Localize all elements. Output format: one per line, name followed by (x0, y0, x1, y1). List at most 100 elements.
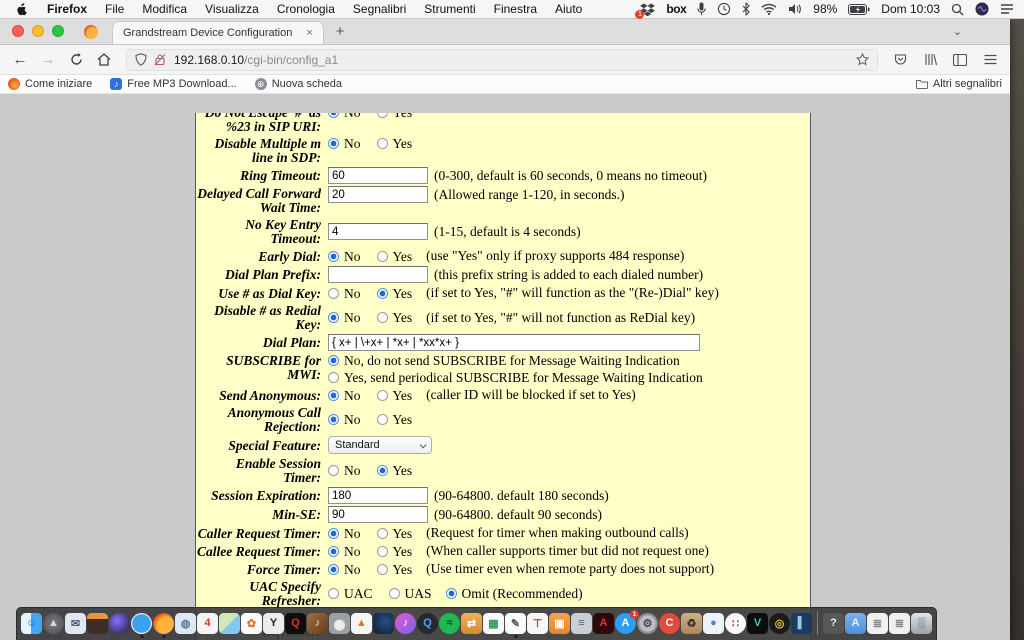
close-window-button[interactable] (12, 25, 24, 37)
new-tab-button[interactable]: + (324, 23, 357, 44)
text-input[interactable] (328, 487, 428, 504)
menu-item-aiuto[interactable]: Aiuto (546, 2, 591, 16)
dock-icon-spotify[interactable]: ≈ (439, 613, 460, 634)
url-bar[interactable]: 192.168.0.10/cgi-bin/config_a1 (126, 49, 878, 71)
minimize-window-button[interactable] (32, 25, 44, 37)
radio-button[interactable] (377, 390, 388, 401)
tab-list-chevron-icon[interactable]: ⌄ (953, 25, 962, 38)
dock-icon-photos[interactable]: ✿ (241, 613, 262, 634)
menu-item-segnalibri[interactable]: Segnalibri (344, 2, 415, 16)
dock-icon-finder[interactable]: ☺ (21, 613, 42, 634)
menu-item-modifica[interactable]: Modifica (133, 2, 196, 16)
radio-option[interactable]: Omit (Recommended) (446, 586, 583, 601)
dock-icon-notes[interactable] (87, 613, 108, 634)
reload-button[interactable] (64, 48, 88, 72)
text-input[interactable] (328, 334, 700, 351)
back-button[interactable]: ← (8, 48, 32, 72)
tracking-shield-icon[interactable] (135, 53, 147, 66)
radio-option[interactable]: No (328, 388, 361, 403)
radio-option[interactable]: UAC (328, 586, 373, 601)
dock-icon-colored-dots-app[interactable]: ∷ (725, 613, 746, 634)
dock-icon-app-store[interactable]: A1 (615, 613, 636, 634)
radio-option[interactable]: No (328, 544, 361, 559)
radio-button[interactable] (328, 113, 339, 118)
radio-option[interactable]: Yes (377, 526, 413, 541)
dock-icon-dark-blue-app[interactable] (373, 613, 394, 634)
dock-icon-applications-folder[interactable]: A (845, 613, 866, 634)
radio-button[interactable] (328, 355, 339, 366)
radio-button[interactable] (328, 564, 339, 575)
radio-option[interactable]: Yes (377, 544, 413, 559)
dock-icon-system-preferences[interactable]: ⚙ (637, 613, 658, 634)
radio-option[interactable]: Yes (377, 463, 413, 478)
bookmark-item[interactable]: ⊕Nuova scheda (255, 78, 342, 90)
dock-icon-numbers-chart-app[interactable]: ▦ (483, 613, 504, 634)
notification-center-icon[interactable] (1000, 3, 1014, 15)
sidebar-toggle-icon[interactable] (948, 48, 972, 72)
dock-icon-calendar[interactable]: 4 (197, 613, 218, 634)
radio-button[interactable] (377, 251, 388, 262)
menu-item-cronologia[interactable]: Cronologia (268, 2, 344, 16)
radio-option[interactable]: No (328, 286, 361, 301)
spotlight-search-icon[interactable] (951, 3, 964, 16)
radio-button[interactable] (328, 372, 339, 383)
radio-button[interactable] (377, 113, 388, 118)
clock[interactable]: Dom 10:03 (881, 2, 940, 16)
radio-option[interactable]: No (328, 310, 361, 325)
dock-icon-maps[interactable] (219, 613, 240, 634)
box-menu-icon[interactable]: box (666, 2, 686, 16)
text-input[interactable] (328, 167, 428, 184)
dock-icon-file-transfer-app[interactable]: ⇄ (461, 613, 482, 634)
text-input[interactable] (328, 266, 428, 283)
radio-option[interactable]: UAS (389, 586, 432, 601)
radio-option[interactable]: No (328, 136, 361, 151)
radio-button[interactable] (328, 528, 339, 539)
radio-option[interactable]: Yes (377, 562, 413, 577)
text-input[interactable] (328, 223, 428, 240)
dock-icon-quicktime[interactable]: Q (417, 613, 438, 634)
dock-icon-safari[interactable] (131, 613, 152, 634)
menu-item-file[interactable]: File (96, 2, 133, 16)
radio-option[interactable]: Yes (377, 249, 413, 264)
radio-option[interactable]: No (328, 249, 361, 264)
radio-button[interactable] (389, 588, 400, 599)
radio-option[interactable]: Yes, send periodical SUBSCRIBE for Messa… (328, 370, 703, 385)
bookmark-star-icon[interactable] (856, 53, 869, 66)
dock-icon-textedit[interactable]: ✎ (505, 613, 526, 634)
radio-button[interactable] (328, 288, 339, 299)
dock-icon-mail[interactable]: ✉ (65, 613, 86, 634)
radio-option[interactable]: Yes (377, 136, 413, 151)
volume-icon[interactable] (788, 3, 802, 15)
radio-button[interactable] (328, 465, 339, 476)
radio-button[interactable] (377, 312, 388, 323)
apple-menu-icon[interactable] (16, 2, 28, 16)
radio-button[interactable] (328, 546, 339, 557)
dock-icon-window-app[interactable]: ▌ (791, 613, 812, 634)
other-bookmarks[interactable]: Altri segnalibri (916, 78, 1002, 90)
radio-option[interactable]: No (328, 562, 361, 577)
zoom-window-button[interactable] (52, 25, 64, 37)
radio-button[interactable] (328, 390, 339, 401)
radio-option[interactable]: Yes (377, 388, 413, 403)
tab-grandstream[interactable]: Grandstream Device Configuration × (112, 21, 324, 44)
dock-icon-downloads-stack[interactable]: ≣ (867, 613, 888, 634)
radio-button[interactable] (328, 414, 339, 425)
text-input[interactable] (328, 186, 428, 203)
radio-button[interactable] (377, 564, 388, 575)
dock-icon-documents-stack[interactable]: ≣ (889, 613, 910, 634)
dock-icon-preview[interactable]: ◍ (175, 613, 196, 634)
radio-option[interactable]: No (328, 526, 361, 541)
text-input[interactable] (328, 506, 428, 523)
dock-icon-ccleaner[interactable]: C (659, 613, 680, 634)
menu-item-finestra[interactable]: Finestra (485, 2, 546, 16)
dock-icon-gauge-app[interactable] (329, 613, 350, 634)
radio-button[interactable] (328, 588, 339, 599)
dropbox-icon[interactable]: 1 (640, 3, 655, 16)
insecure-lock-icon[interactable] (154, 53, 166, 66)
pocket-icon[interactable] (888, 48, 912, 72)
radio-button[interactable] (377, 546, 388, 557)
wifi-icon[interactable] (761, 3, 777, 15)
menu-item-firefox[interactable]: Firefox (38, 2, 96, 16)
radio-button[interactable] (377, 138, 388, 149)
dock-icon-keynote[interactable]: ⊤ (527, 613, 548, 634)
